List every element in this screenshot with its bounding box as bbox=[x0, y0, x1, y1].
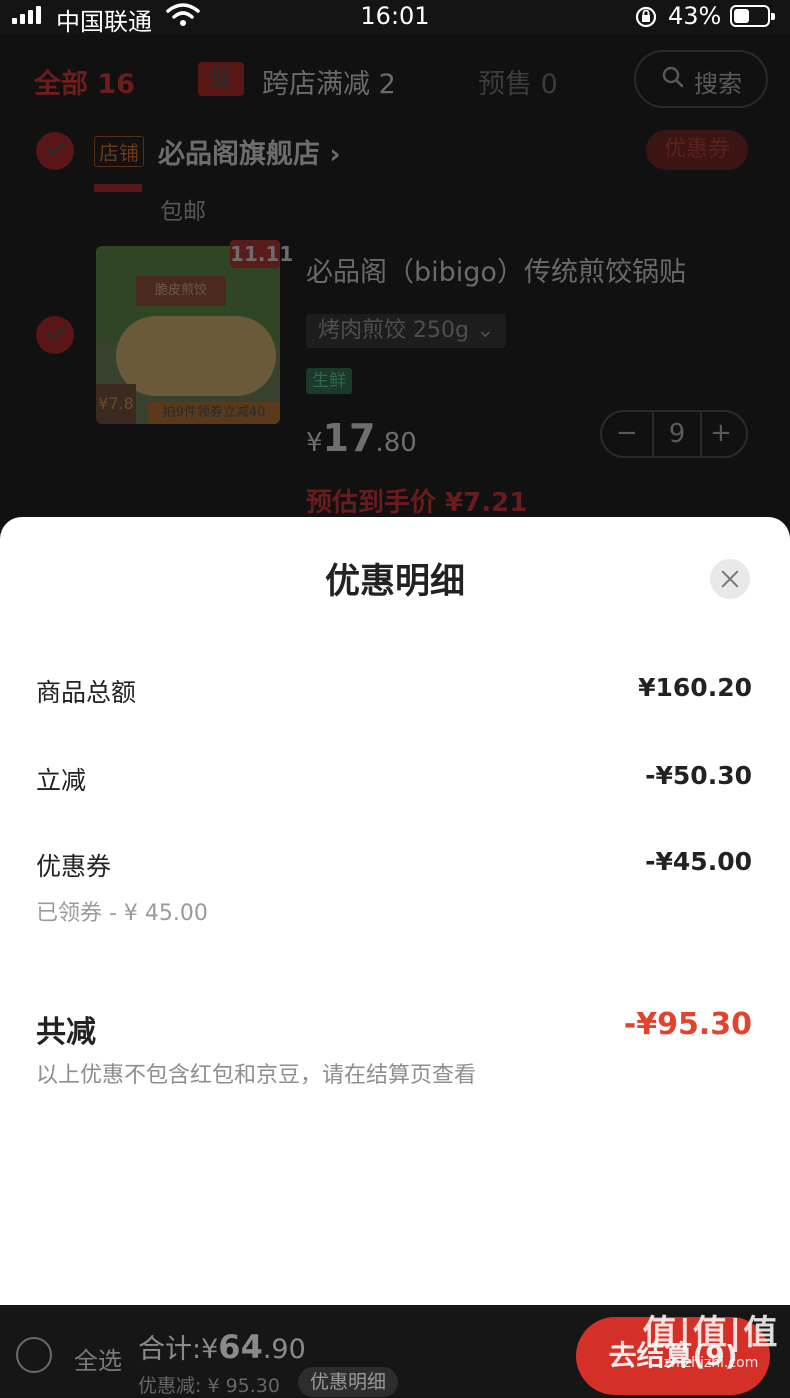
product-checkbox[interactable] bbox=[36, 316, 74, 354]
price-symbol: ¥ bbox=[306, 428, 323, 458]
row-coupon-label: 优惠券 bbox=[36, 852, 112, 881]
rotation-lock-icon bbox=[635, 6, 657, 28]
product-title[interactable]: 必品阁（bibigo）传统煎饺锅贴 bbox=[306, 250, 686, 289]
estimated-price: 预估到手价 ¥7.21 bbox=[306, 488, 528, 518]
product-image[interactable]: 脆皮煎饺 ¥7.8 拍9件领券立减40 bbox=[96, 246, 280, 424]
row-subtotal-value: ¥160.20 bbox=[638, 673, 752, 702]
quantity-value[interactable]: 9 bbox=[652, 412, 702, 456]
store-checkbox[interactable] bbox=[36, 132, 74, 170]
store-badge: 店铺 bbox=[94, 136, 144, 167]
status-bar: 中国联通 16:01 43% bbox=[0, 0, 790, 36]
store-coupon-button[interactable]: 优惠券 bbox=[646, 130, 748, 170]
close-icon[interactable] bbox=[710, 559, 750, 599]
total-discount-value: -¥95.30 bbox=[623, 1007, 752, 1042]
double-eleven-badge: 11.11 bbox=[230, 240, 294, 268]
row-coupon-detail: 已领券 - ¥ 45.00 bbox=[36, 901, 208, 926]
promo-tag: 促 bbox=[198, 62, 244, 96]
product-image-price: ¥7.8 bbox=[96, 384, 136, 424]
variant-selector[interactable]: 烤肉煎饺 250g ⌄ bbox=[306, 314, 507, 348]
discount-summary: 优惠减: ¥ 95.30 bbox=[138, 1375, 280, 1397]
discount-detail-button[interactable]: 优惠明细 bbox=[298, 1367, 399, 1397]
product-price: ¥17.80 bbox=[306, 416, 417, 460]
select-all-label[interactable]: 全选 bbox=[74, 1341, 122, 1376]
shipping-note: 包邮 bbox=[160, 199, 206, 225]
watermark-mark: 值|值|值 bbox=[642, 1313, 780, 1353]
total-symbol: ¥ bbox=[201, 1334, 219, 1365]
row-instant-discount-label: 立减 bbox=[36, 766, 87, 795]
watermark-logo: 值|值|值 zhizhizhi.com bbox=[636, 1311, 786, 1395]
increase-button[interactable]: + bbox=[710, 418, 732, 448]
search-button[interactable]: 搜索 bbox=[634, 50, 768, 108]
search-icon bbox=[662, 66, 684, 88]
fresh-tag: 生鲜 bbox=[306, 368, 352, 394]
price-decimal: .80 bbox=[375, 428, 417, 458]
row-subtotal-label: 商品总额 bbox=[36, 678, 137, 707]
search-label: 搜索 bbox=[694, 70, 742, 98]
cart-page-dimmed: 全部 16 促 跨店满减 2 预售 0 搜索 店铺 必品阁旗舰店 › 优惠券 包… bbox=[0, 34, 790, 524]
price-integer: 17 bbox=[322, 416, 376, 460]
cart-tabs: 全部 16 促 跨店满减 2 预售 0 搜索 bbox=[0, 34, 790, 124]
promo-strip bbox=[94, 184, 142, 192]
discount-note: 以上优惠不包含红包和京豆，请在结算页查看 bbox=[36, 1063, 477, 1088]
product-image-label: 脆皮煎饺 bbox=[136, 276, 226, 306]
total-decimal: .90 bbox=[262, 1334, 306, 1365]
quantity-stepper: − 9 + bbox=[600, 410, 748, 458]
tab-presale[interactable]: 预售 0 bbox=[478, 62, 558, 101]
store-name-link[interactable]: 必品阁旗舰店 › bbox=[158, 132, 341, 171]
store-row: 店铺 必品阁旗舰店 › 优惠券 bbox=[0, 130, 790, 186]
watermark-url: zhizhizhi.com bbox=[663, 1355, 759, 1371]
sheet-title: 优惠明细 bbox=[324, 562, 465, 602]
tab-all[interactable]: 全部 16 bbox=[34, 62, 135, 101]
discount-detail-sheet: 优惠明细 商品总额 ¥160.20 立减 -¥50.30 优惠券 -¥45.00… bbox=[0, 517, 790, 1305]
decrease-button[interactable]: − bbox=[616, 418, 638, 448]
battery-icon bbox=[730, 5, 775, 27]
tab-cross-store-discount[interactable]: 跨店满减 2 bbox=[262, 62, 396, 101]
product-image-promo: 拍9件领券立减40 bbox=[148, 402, 280, 424]
total-discount-label: 共减 bbox=[36, 1015, 96, 1050]
row-coupon-value: -¥45.00 bbox=[645, 847, 752, 876]
checkout-bar: 全选 合计:¥64.90 优惠减: ¥ 95.30 优惠明细 去结算(9) 值|… bbox=[0, 1305, 790, 1397]
select-all-radio[interactable] bbox=[16, 1337, 52, 1373]
total-prefix: 合计: bbox=[138, 1334, 202, 1365]
row-instant-discount-value: -¥50.30 bbox=[645, 761, 752, 790]
cart-total: 合计:¥64.90 bbox=[138, 1327, 306, 1366]
total-integer: 64 bbox=[218, 1328, 263, 1366]
battery-percent: 43% bbox=[668, 2, 722, 30]
